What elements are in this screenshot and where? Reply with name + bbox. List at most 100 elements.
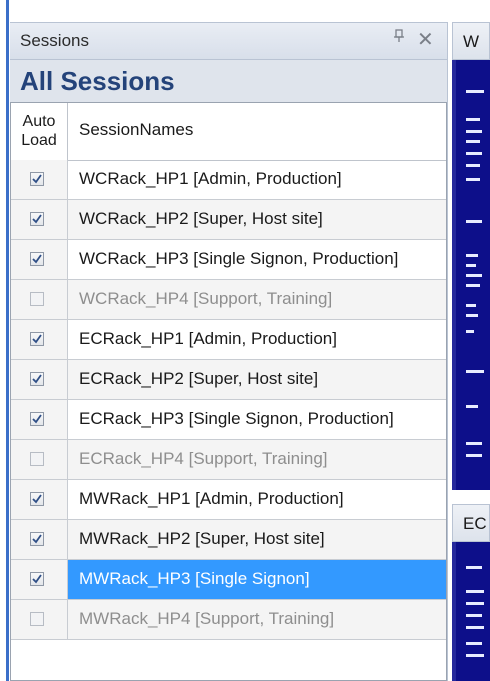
check-icon	[32, 574, 42, 584]
console-text-line	[466, 614, 482, 617]
column-header-session-names[interactable]: SessionNames	[79, 120, 193, 140]
console-text-line	[466, 566, 482, 569]
session-name: ECRack_HP2 [Super, Host site]	[79, 369, 319, 388]
console-text-line	[466, 140, 480, 143]
session-name: MWRack_HP2 [Super, Host site]	[79, 529, 325, 548]
console-text-line	[466, 405, 478, 408]
auto-load-checkbox[interactable]	[30, 212, 44, 226]
pin-icon-shape	[394, 29, 404, 42]
auto-load-checkbox[interactable]	[30, 412, 44, 426]
session-name: WCRack_HP2 [Super, Host site]	[79, 209, 323, 228]
console-text-line	[466, 304, 476, 307]
column-header-auto-line1: Auto	[22, 113, 56, 130]
table-row[interactable]: WCRack_HP4 [Support, Training]	[11, 280, 446, 320]
table-row[interactable]: MWRack_HP2 [Super, Host site]	[11, 520, 446, 560]
console-text-line	[466, 442, 482, 445]
auto-load-checkbox[interactable]	[30, 172, 44, 186]
auto-load-checkbox[interactable]	[30, 492, 44, 506]
window-left-border	[0, 0, 10, 681]
auto-load-checkbox[interactable]	[30, 612, 44, 626]
auto-load-cell	[11, 600, 68, 639]
console-text-line	[466, 130, 482, 133]
table-row[interactable]: ECRack_HP1 [Admin, Production]	[11, 320, 446, 360]
check-icon	[32, 174, 42, 184]
panel-header: Sessions ✕	[10, 22, 447, 60]
console-text-line	[466, 654, 484, 657]
console-text-line	[466, 220, 482, 223]
auto-load-cell	[11, 560, 68, 599]
session-name: ECRack_HP4 [Support, Training]	[79, 449, 328, 468]
console-text-line	[466, 164, 480, 167]
table-row[interactable]: WCRack_HP2 [Super, Host site]	[11, 200, 446, 240]
console-text-line	[466, 642, 482, 645]
grid-header: Auto Load SessionNames	[11, 103, 446, 161]
console-text-line	[466, 90, 484, 93]
pin-icon[interactable]	[392, 29, 406, 48]
console-text-line	[466, 274, 482, 277]
close-icon[interactable]: ✕	[417, 27, 434, 52]
auto-load-cell	[11, 200, 68, 239]
auto-load-checkbox[interactable]	[30, 372, 44, 386]
table-row[interactable]: WCRack_HP3 [Single Signon, Production]	[11, 240, 446, 280]
session-name: WCRack_HP1 [Admin, Production]	[79, 169, 342, 188]
right-tab-1-label: W	[463, 32, 480, 51]
console-text-line	[466, 264, 476, 267]
auto-load-cell	[11, 440, 68, 479]
all-sessions-heading: All Sessions	[10, 60, 447, 102]
sessions-panel: Sessions ✕ All Sessions Auto Load Sessio…	[10, 22, 448, 681]
check-icon	[32, 534, 42, 544]
right-panel-gap	[452, 490, 490, 504]
auto-load-cell	[11, 400, 68, 439]
console-text-line	[466, 178, 480, 181]
check-icon	[32, 254, 42, 264]
check-icon	[32, 374, 42, 384]
table-row[interactable]: WCRack_HP1 [Admin, Production]	[11, 160, 446, 200]
column-header-auto-load[interactable]: Auto Load	[11, 103, 68, 160]
right-console-2	[452, 542, 490, 681]
table-row[interactable]: ECRack_HP4 [Support, Training]	[11, 440, 446, 480]
auto-load-checkbox[interactable]	[30, 452, 44, 466]
console-text-line	[466, 284, 480, 287]
auto-load-cell	[11, 240, 68, 279]
session-name: WCRack_HP3 [Single Signon, Production]	[79, 249, 399, 268]
console-text-line	[466, 330, 474, 333]
check-icon	[32, 334, 42, 344]
check-icon	[32, 214, 42, 224]
session-name: ECRack_HP1 [Admin, Production]	[79, 329, 337, 348]
console-text-line	[466, 314, 478, 317]
console-text-line	[466, 118, 480, 121]
auto-load-cell	[11, 160, 68, 199]
heading-text: All Sessions	[20, 66, 175, 96]
table-row[interactable]: MWRack_HP4 [Support, Training]	[11, 600, 446, 640]
auto-load-cell	[11, 480, 68, 519]
column-header-auto-line2: Load	[21, 132, 57, 149]
sessions-grid: Auto Load SessionNames WCRack_HP1 [Admin…	[10, 102, 447, 681]
session-name: MWRack_HP3 [Single Signon]	[79, 569, 310, 588]
auto-load-checkbox[interactable]	[30, 252, 44, 266]
table-row[interactable]: ECRack_HP3 [Single Signon, Production]	[11, 400, 446, 440]
session-name: MWRack_HP1 [Admin, Production]	[79, 489, 344, 508]
right-tab-2-label: EC	[463, 514, 487, 533]
table-row[interactable]: MWRack_HP1 [Admin, Production]	[11, 480, 446, 520]
right-tab-2[interactable]: EC	[452, 504, 490, 542]
console-text-line	[466, 254, 478, 257]
auto-load-checkbox[interactable]	[30, 292, 44, 306]
check-icon	[32, 414, 42, 424]
table-row[interactable]: ECRack_HP2 [Super, Host site]	[11, 360, 446, 400]
check-icon	[32, 494, 42, 504]
auto-load-checkbox[interactable]	[30, 532, 44, 546]
auto-load-cell	[11, 320, 68, 359]
right-tab-1[interactable]: W	[452, 22, 490, 60]
session-name: WCRack_HP4 [Support, Training]	[79, 289, 333, 308]
session-name: ECRack_HP3 [Single Signon, Production]	[79, 409, 394, 428]
auto-load-checkbox[interactable]	[30, 332, 44, 346]
panel-title: Sessions	[20, 31, 89, 50]
console-text-line	[466, 370, 484, 373]
auto-load-cell	[11, 280, 68, 319]
session-name: MWRack_HP4 [Support, Training]	[79, 609, 335, 628]
auto-load-cell	[11, 520, 68, 559]
table-row[interactable]: MWRack_HP3 [Single Signon]	[11, 560, 446, 600]
auto-load-checkbox[interactable]	[30, 572, 44, 586]
console-text-line	[466, 590, 484, 593]
console-text-line	[466, 152, 482, 155]
